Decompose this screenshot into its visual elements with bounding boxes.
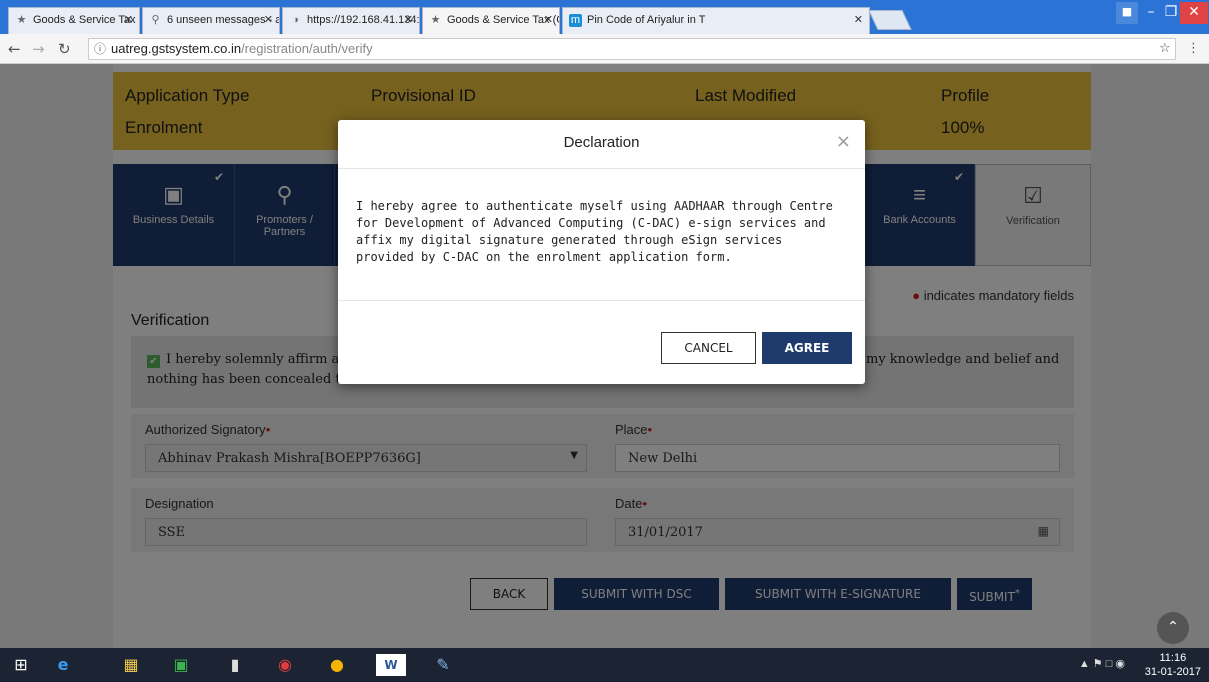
menu-dots-icon[interactable]: ⋮ xyxy=(1187,41,1200,56)
back-arrow-icon[interactable]: ← xyxy=(8,40,21,58)
chrome-icon[interactable]: ● xyxy=(322,652,352,678)
cancel-button[interactable]: CANCEL xyxy=(661,332,756,364)
declaration-modal: Declaration × I hereby agree to authenti… xyxy=(338,120,865,384)
info-icon[interactable]: ⓘ xyxy=(94,39,106,59)
file-explorer-icon[interactable]: ▦ xyxy=(116,652,146,678)
windows-taskbar: ⊞ e ▦ ▣ ▮ ◉ ● W ✎ ▲ ⚑ □ ◉ 11:16 31-01-20… xyxy=(0,648,1209,682)
gst-emblem-icon: ★ xyxy=(430,14,441,26)
close-icon[interactable]: ✕ xyxy=(854,13,863,26)
search-icon: ⚲ xyxy=(151,14,160,26)
browser-tab[interactable]: ★ Goods & Service Tax (GS ✕ xyxy=(8,7,140,34)
app-icon[interactable]: ▮ xyxy=(220,652,250,678)
agree-button[interactable]: AGREE xyxy=(762,332,852,364)
maximize-button[interactable]: ❐ xyxy=(1160,2,1182,24)
globe-icon: ◑ xyxy=(292,14,299,26)
close-icon[interactable]: ✕ xyxy=(544,13,553,26)
browser-tab[interactable]: ◑ https://192.168.41.134:9 ✕ xyxy=(282,7,420,34)
url-host: uatreg.gstsystem.co.in xyxy=(111,41,242,56)
forward-arrow-icon[interactable]: → xyxy=(32,40,45,58)
gst-emblem-icon: ★ xyxy=(16,14,27,26)
modal-title: Declaration xyxy=(563,134,640,151)
browser-tab-active[interactable]: ★ Goods & Service Tax (GS ✕ xyxy=(422,7,560,34)
reload-icon[interactable]: ↻ xyxy=(58,40,71,58)
divider xyxy=(338,300,865,301)
minimize-button[interactable]: – xyxy=(1140,2,1162,24)
app-red-icon[interactable]: ◉ xyxy=(270,652,300,678)
word-icon[interactable]: W xyxy=(376,654,406,676)
system-tray-icons[interactable]: ▲ ⚑ □ ◉ xyxy=(1079,657,1125,670)
url-input[interactable]: ⓘ uatreg.gstsystem.co.in/registration/au… xyxy=(88,38,1176,60)
browser-tab[interactable]: m Pin Code of Ariyalur in T ✕ xyxy=(562,7,870,34)
app-pen-icon[interactable]: ✎ xyxy=(428,652,458,678)
close-icon[interactable]: ✕ xyxy=(264,13,273,26)
store-icon[interactable]: ▣ xyxy=(166,652,196,678)
browser-tab-bar: ★ Goods & Service Tax (GS ✕ ⚲ 6 unseen m… xyxy=(0,0,1209,34)
modal-body-text: I hereby agree to authenticate myself us… xyxy=(356,199,833,264)
divider xyxy=(338,168,865,169)
user-icon[interactable]: ■ xyxy=(1116,2,1138,24)
close-icon[interactable]: ✕ xyxy=(124,13,133,26)
address-bar-row: ← → ↻ ⓘ uatreg.gstsystem.co.in/registrat… xyxy=(0,34,1209,64)
close-icon[interactable]: × xyxy=(836,131,851,152)
bookmark-star-icon[interactable]: ☆ xyxy=(1159,41,1171,56)
taskbar-clock[interactable]: 11:16 31-01-2017 xyxy=(1145,651,1201,679)
m-favicon: m xyxy=(569,14,582,27)
windows-start-icon[interactable]: ⊞ xyxy=(6,652,36,678)
scroll-top-chevron-icon[interactable]: ⌃ xyxy=(1157,612,1189,644)
tab-title: Pin Code of Ariyalur in T xyxy=(587,14,706,26)
internet-explorer-icon[interactable]: e xyxy=(48,652,78,678)
clock-time: 11:16 xyxy=(1159,652,1187,664)
close-icon[interactable]: ✕ xyxy=(404,13,413,26)
url-path: /registration/auth/verify xyxy=(241,41,373,56)
close-window-button[interactable]: ✕ xyxy=(1180,2,1208,24)
clock-date: 31-01-2017 xyxy=(1144,666,1201,678)
new-tab-button[interactable] xyxy=(868,10,912,30)
browser-tab[interactable]: ⚲ 6 unseen messages - abl ✕ xyxy=(142,7,280,34)
